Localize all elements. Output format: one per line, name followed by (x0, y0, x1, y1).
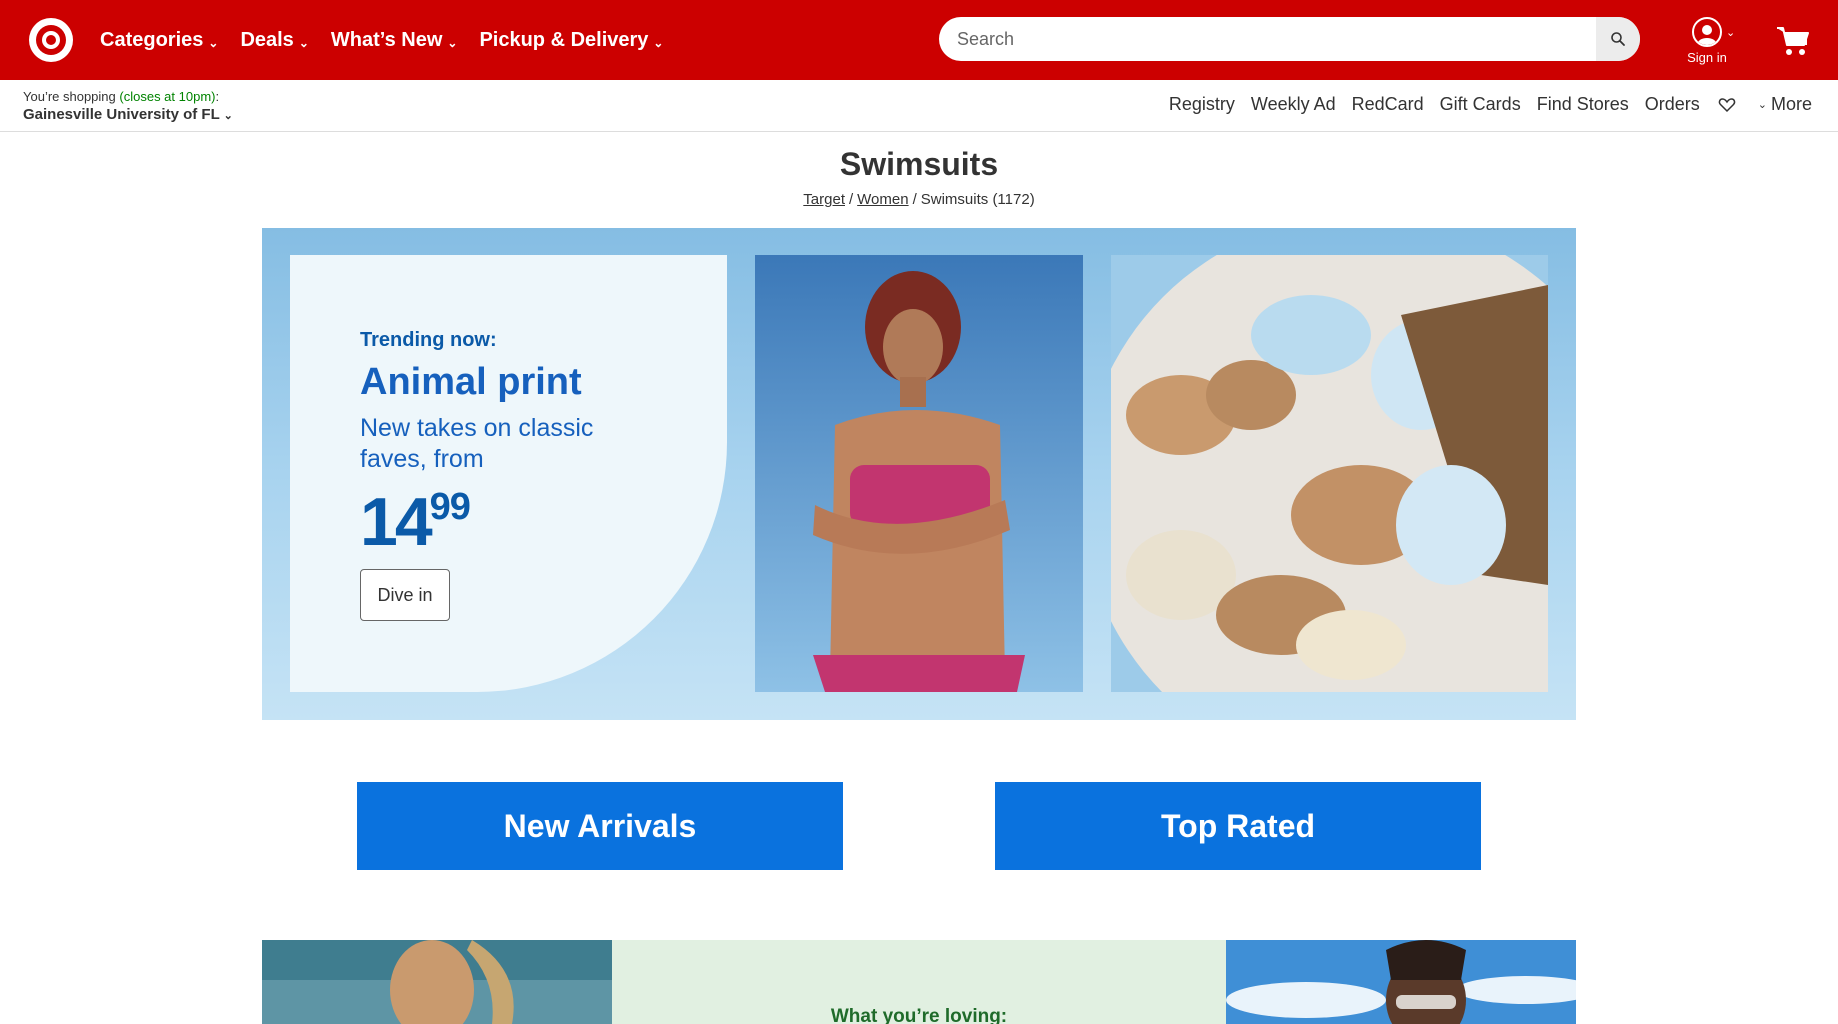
dive-in-button[interactable]: Dive in (360, 569, 450, 621)
nav-pickup-delivery-label: Pickup & Delivery (479, 28, 649, 51)
nav-whats-new[interactable]: What’s New ⌄ (331, 29, 458, 52)
nav-categories[interactable]: Categories ⌄ (100, 29, 218, 52)
link-registry[interactable]: Registry (1169, 94, 1235, 115)
heart-icon[interactable] (1718, 96, 1736, 114)
account-button[interactable]: ⌄ Sign in (1682, 14, 1742, 70)
hero-headline: Animal print (360, 361, 582, 403)
page-title: Swimsuits (839, 146, 999, 182)
breadcrumb-target[interactable]: Target (803, 191, 845, 208)
nav-whats-new-label: What’s New (330, 28, 443, 51)
target-logo-icon[interactable] (28, 17, 74, 63)
link-weekly-ad[interactable]: Weekly Ad (1251, 94, 1336, 115)
new-arrivals-button[interactable]: New Arrivals (357, 782, 843, 870)
breadcrumb-separator: / (912, 191, 917, 208)
top-header: Categories ⌄ Deals ⌄ What’s New ⌄ Pickup… (0, 0, 1838, 80)
swimsuits-flatlay-photo[interactable] (1111, 255, 1548, 692)
link-orders[interactable]: Orders (1645, 94, 1700, 115)
hero-banner: Trending now: Animal print New takes on … (262, 228, 1576, 720)
top-rated-button[interactable]: Top Rated (995, 782, 1481, 870)
search-bar (939, 17, 1640, 61)
breadcrumb: Target / Women / Swimsuits (1172) (0, 191, 1838, 208)
more-label: More (1770, 94, 1812, 114)
hero-subtext: New takes on classic faves, from (360, 414, 594, 473)
hero-text-card: Trending now: Animal print New takes on … (290, 255, 727, 692)
link-redcard[interactable]: RedCard (1352, 94, 1424, 115)
store-selector[interactable]: Gainesville University of FL ⌄ (23, 106, 233, 123)
breadcrumb-women[interactable]: Women (857, 191, 908, 208)
store-suffix: : (215, 89, 220, 104)
utility-links: Registry Weekly Ad RedCard Gift Cards Fi… (1153, 94, 1812, 115)
price-dollars: 14 (360, 484, 433, 560)
search-icon (1611, 32, 1625, 46)
chevron-down-icon: ⌄ (1726, 27, 1736, 39)
loving-heading: What you’re loving: (830, 1006, 1008, 1024)
price-cents: 99 (429, 486, 471, 528)
loving-section: What you’re loving: (262, 940, 1576, 1024)
search-button[interactable] (1596, 17, 1640, 61)
hero-price: 1499 (360, 483, 471, 561)
more-menu[interactable]: ⌄ More (1758, 94, 1812, 115)
search-input[interactable] (939, 17, 1595, 61)
sign-in-label: Sign in (1687, 50, 1727, 65)
breadcrumb-separator: / (849, 191, 854, 208)
account-icon (1692, 17, 1722, 47)
chevron-down-icon: ⌄ (653, 36, 664, 50)
chevron-down-icon: ⌄ (223, 110, 233, 122)
nav-pickup-delivery[interactable]: Pickup & Delivery ⌄ (479, 29, 663, 52)
store-status: You’re shopping (closes at 10pm): (23, 89, 219, 104)
store-name: Gainesville University of FL (23, 106, 220, 123)
utility-bar: You’re shopping (closes at 10pm): Gaines… (0, 80, 1838, 132)
chevron-down-icon: ⌄ (298, 36, 309, 50)
nav-categories-label: Categories (100, 28, 204, 51)
chevron-down-icon: ⌄ (208, 36, 219, 50)
beach-photo-right[interactable] (1226, 940, 1576, 1024)
cart-icon[interactable] (1776, 25, 1810, 57)
nav-deals-label: Deals (240, 28, 294, 51)
chevron-down-icon: ⌄ (1757, 99, 1767, 111)
model-photo[interactable] (755, 255, 1083, 692)
store-prefix: You’re shopping (23, 89, 116, 104)
breadcrumb-current: Swimsuits (1172) (920, 191, 1035, 208)
link-find-stores[interactable]: Find Stores (1537, 94, 1629, 115)
beach-photo-left[interactable] (262, 940, 612, 1024)
store-hours: (closes at 10pm) (119, 89, 216, 104)
chevron-down-icon: ⌄ (447, 36, 458, 50)
main-nav: Categories ⌄ Deals ⌄ What’s New ⌄ Pickup… (100, 0, 685, 80)
hero-eyebrow: Trending now: (360, 329, 497, 351)
link-gift-cards[interactable]: Gift Cards (1440, 94, 1521, 115)
nav-deals[interactable]: Deals ⌄ (240, 29, 308, 52)
